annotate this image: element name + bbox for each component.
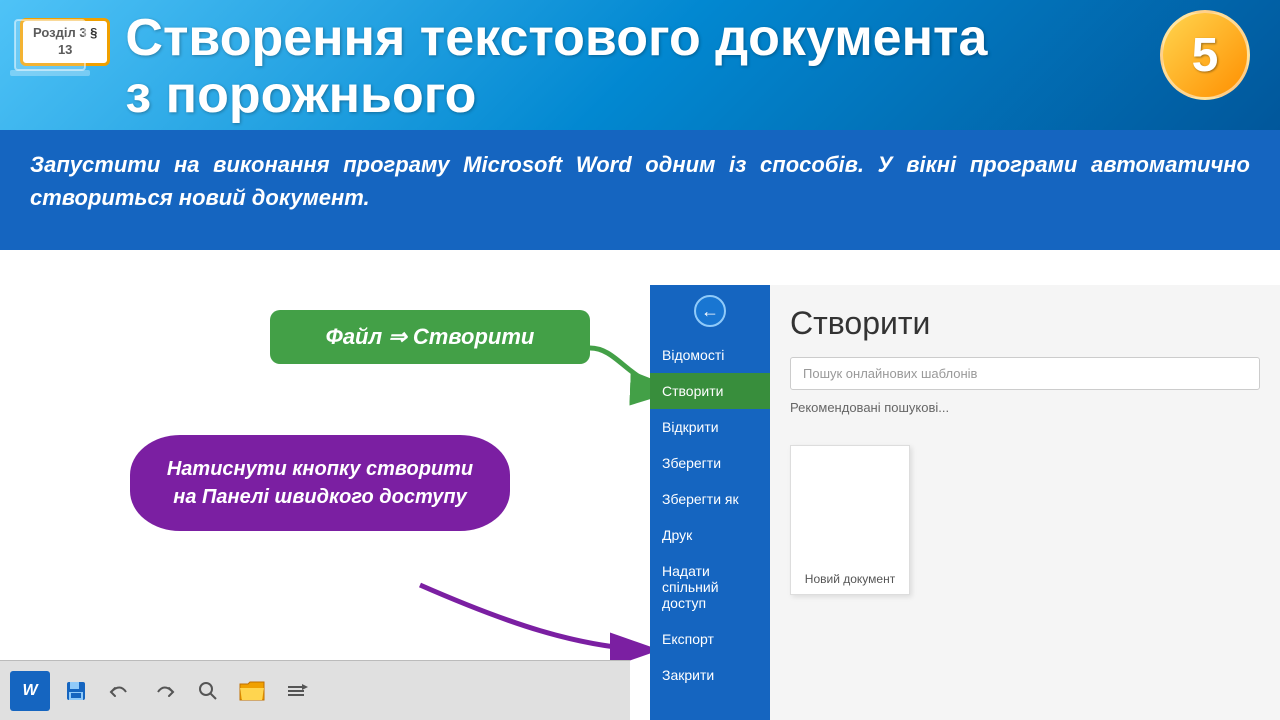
save-button[interactable] [58,673,94,709]
main-title: Створення текстового документа з порожнь… [125,10,987,124]
folder-button[interactable] [234,673,270,709]
word-content-title: Створити [790,305,1260,342]
search-templates-input[interactable]: Пошук онлайнових шаблонів [790,357,1260,390]
sidebar-item-nadaty[interactable]: Надати спільний доступ [650,553,770,621]
sidebar-item-zberegty-yak[interactable]: Зберегти як [650,481,770,517]
laptop-icon [5,5,115,115]
sidebar-item-stvoriti[interactable]: Створити [650,373,770,409]
callout-green[interactable]: Файл ⇒ Створити [270,310,590,364]
sidebar-item-zakruty[interactable]: Закрити [650,657,770,693]
new-doc-label: Новий документ [805,572,895,586]
sidebar-item-vidkruti[interactable]: Відкрити [650,409,770,445]
callout-purple-text: Натиснути кнопку створити на Панелі швид… [167,458,473,508]
sidebar-item-vidomotsi[interactable]: Відомості [650,337,770,373]
content-area: Файл ⇒ Створити Натиснути кнопку створит… [0,280,1280,720]
sidebar-item-druk[interactable]: Друк [650,517,770,553]
search-button[interactable] [190,673,226,709]
sidebar-item-eksport[interactable]: Експорт [650,621,770,657]
header: Розділ 3 § 13 Створення текстового докум… [0,0,1280,130]
redo-button[interactable] [146,673,182,709]
menu-button[interactable] [278,673,314,709]
back-button[interactable]: ← [694,295,726,327]
number-badge: 5 [1160,10,1250,100]
instruction-text: Запустити на виконання програму Microsof… [30,148,1250,214]
callout-green-text: Файл ⇒ Створити [326,324,535,349]
instruction-box: Запустити на виконання програму Microsof… [0,130,1280,250]
word-icon[interactable]: W [10,671,50,711]
recommended-label: Рекомендовані пошукові... [790,400,1260,415]
new-doc-preview[interactable]: Новий документ [790,445,910,595]
word-content-panel: Створити Пошук онлайнових шаблонів Реком… [770,285,1280,720]
sidebar-item-zberegtu[interactable]: Зберегти [650,445,770,481]
word-sidebar: ← Відомості Створити Відкрити Зберегти З… [650,285,770,720]
toolbar: W [0,660,630,720]
undo-button[interactable] [102,673,138,709]
callout-purple[interactable]: Натиснути кнопку створити на Панелі швид… [130,435,510,531]
number-badge-container: 5 [1160,10,1260,110]
